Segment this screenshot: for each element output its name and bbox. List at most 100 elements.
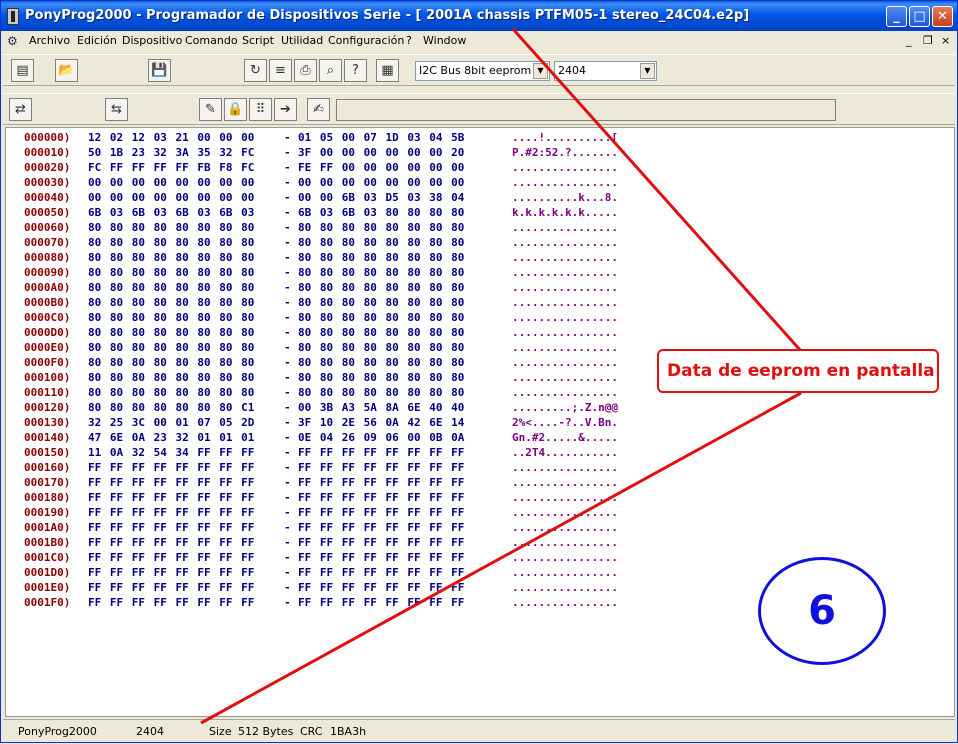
- row-bytes-low[interactable]: 80 80 80 80 80 80 80 80: [88, 356, 254, 369]
- row-ascii[interactable]: ................: [512, 371, 618, 384]
- row-bytes-high[interactable]: 80 80 80 80 80 80 80 80: [298, 296, 464, 309]
- row-bytes-low[interactable]: 80 80 80 80 80 80 80 80: [88, 236, 254, 249]
- row-ascii[interactable]: .........;.Z.n@@: [512, 401, 618, 414]
- chevron-down-icon[interactable]: ▼: [640, 63, 655, 79]
- row-ascii[interactable]: ................: [512, 386, 618, 399]
- menu-edicion[interactable]: Edición: [77, 34, 117, 47]
- row-ascii[interactable]: ................: [512, 461, 618, 474]
- row-bytes-low[interactable]: 50 1B 23 32 3A 35 32 FC: [88, 146, 254, 159]
- row-bytes-high[interactable]: 00 3B A3 5A 8A 6E 40 40: [298, 401, 464, 414]
- reload-icon[interactable]: ↻: [244, 59, 267, 82]
- bus-select[interactable]: I2C Bus 8bit eeprom ▼: [415, 61, 550, 81]
- row-bytes-high[interactable]: 6B 03 6B 03 80 80 80 80: [298, 206, 464, 219]
- row-bytes-low[interactable]: 80 80 80 80 80 80 80 80: [88, 221, 254, 234]
- row-ascii[interactable]: Gn.#2.....&.....: [512, 431, 618, 444]
- row-ascii[interactable]: ................: [512, 536, 618, 549]
- row-bytes-high[interactable]: 3F 00 00 00 00 00 00 20: [298, 146, 464, 159]
- save-icon[interactable]: 💾: [148, 59, 171, 82]
- row-bytes-high[interactable]: FF FF FF FF FF FF FF FF: [298, 521, 464, 534]
- row-bytes-low[interactable]: FF FF FF FF FF FF FF FF: [88, 491, 254, 504]
- menu-help[interactable]: ?: [406, 34, 412, 47]
- row-bytes-high[interactable]: 3F 10 2E 56 0A 42 6E 14: [298, 416, 464, 429]
- chevron-down-icon[interactable]: ▼: [533, 63, 548, 79]
- row-ascii[interactable]: ................: [512, 236, 618, 249]
- help-icon[interactable]: ?: [344, 59, 367, 82]
- write-device-icon[interactable]: ⇆: [105, 98, 128, 121]
- open-folder-icon[interactable]: 📂: [55, 59, 78, 82]
- mdi-restore-button[interactable]: ❐: [923, 34, 933, 47]
- row-ascii[interactable]: ................: [512, 296, 618, 309]
- row-bytes-high[interactable]: 80 80 80 80 80 80 80 80: [298, 221, 464, 234]
- row-ascii[interactable]: ................: [512, 251, 618, 264]
- row-bytes-high[interactable]: FF FF FF FF FF FF FF FF: [298, 536, 464, 549]
- menu-archivo[interactable]: Archivo: [29, 34, 70, 47]
- row-bytes-low[interactable]: FC FF FF FF FF FB F8 FC: [88, 161, 254, 174]
- row-bytes-low[interactable]: 32 25 3C 00 01 07 05 2D: [88, 416, 254, 429]
- erase-icon[interactable]: ✎: [199, 98, 222, 121]
- device-select[interactable]: 2404 ▼: [554, 61, 657, 81]
- row-bytes-high[interactable]: 80 80 80 80 80 80 80 80: [298, 251, 464, 264]
- menu-dispositivo[interactable]: Dispositivo: [122, 34, 182, 47]
- new-file-icon[interactable]: ▤: [11, 59, 34, 82]
- row-bytes-low[interactable]: 11 0A 32 54 34 FF FF FF: [88, 446, 254, 459]
- lock-icon[interactable]: 🔒: [224, 98, 247, 121]
- row-bytes-high[interactable]: 80 80 80 80 80 80 80 80: [298, 326, 464, 339]
- row-ascii[interactable]: ................: [512, 581, 618, 594]
- row-bytes-high[interactable]: 80 80 80 80 80 80 80 80: [298, 266, 464, 279]
- row-bytes-high[interactable]: 80 80 80 80 80 80 80 80: [298, 311, 464, 324]
- find-icon[interactable]: ⌕: [319, 59, 342, 82]
- row-bytes-high[interactable]: 0E 04 26 09 06 00 0B 0A: [298, 431, 464, 444]
- row-ascii[interactable]: ..........k...8.: [512, 191, 618, 204]
- menu-script[interactable]: Script: [242, 34, 274, 47]
- row-bytes-low[interactable]: 47 6E 0A 23 32 01 01 01: [88, 431, 254, 444]
- close-button[interactable]: ✕: [932, 6, 953, 27]
- menu-utilidad[interactable]: Utilidad: [281, 34, 323, 47]
- row-bytes-low[interactable]: FF FF FF FF FF FF FF FF: [88, 551, 254, 564]
- serial-number-icon[interactable]: ⠿: [249, 98, 272, 121]
- row-ascii[interactable]: ................: [512, 281, 618, 294]
- row-bytes-low[interactable]: 80 80 80 80 80 80 80 80: [88, 341, 254, 354]
- row-bytes-high[interactable]: 80 80 80 80 80 80 80 80: [298, 386, 464, 399]
- row-bytes-high[interactable]: 80 80 80 80 80 80 80 80: [298, 281, 464, 294]
- row-ascii[interactable]: ................: [512, 551, 618, 564]
- row-ascii[interactable]: ................: [512, 311, 618, 324]
- row-ascii[interactable]: k.k.k.k.k.k.....: [512, 206, 618, 219]
- row-ascii[interactable]: ................: [512, 476, 618, 489]
- menu-configuracion[interactable]: Configuración: [328, 34, 404, 47]
- row-bytes-low[interactable]: 6B 03 6B 03 6B 03 6B 03: [88, 206, 254, 219]
- row-bytes-high[interactable]: FF FF FF FF FF FF FF FF: [298, 596, 464, 609]
- row-bytes-low[interactable]: 80 80 80 80 80 80 80 80: [88, 371, 254, 384]
- row-bytes-low[interactable]: FF FF FF FF FF FF FF FF: [88, 581, 254, 594]
- row-bytes-low[interactable]: 00 00 00 00 00 00 00 00: [88, 191, 254, 204]
- row-bytes-low[interactable]: 80 80 80 80 80 80 80 80: [88, 296, 254, 309]
- row-ascii[interactable]: ................: [512, 161, 618, 174]
- mdi-close-button[interactable]: ×: [941, 34, 950, 47]
- row-bytes-high[interactable]: FF FF FF FF FF FF FF FF: [298, 476, 464, 489]
- row-bytes-high[interactable]: 80 80 80 80 80 80 80 80: [298, 341, 464, 354]
- row-bytes-high[interactable]: 00 00 6B 03 D5 03 38 04: [298, 191, 464, 204]
- row-bytes-high[interactable]: FF FF FF FF FF FF FF FF: [298, 446, 464, 459]
- row-ascii[interactable]: 2%<....-?..V.Bn.: [512, 416, 618, 429]
- note-field[interactable]: [336, 99, 836, 121]
- read-device-icon[interactable]: ⇄: [9, 98, 32, 121]
- row-bytes-low[interactable]: FF FF FF FF FF FF FF FF: [88, 506, 254, 519]
- row-bytes-low[interactable]: 80 80 80 80 80 80 80 80: [88, 311, 254, 324]
- print-icon[interactable]: ⎙: [294, 59, 317, 82]
- row-ascii[interactable]: ................: [512, 596, 618, 609]
- row-bytes-low[interactable]: FF FF FF FF FF FF FF FF: [88, 521, 254, 534]
- row-bytes-low[interactable]: 80 80 80 80 80 80 80 C1: [88, 401, 254, 414]
- row-bytes-low[interactable]: FF FF FF FF FF FF FF FF: [88, 476, 254, 489]
- title-bar[interactable]: PonyProg2000 - Programador de Dispositiv…: [1, 1, 957, 31]
- maximize-button[interactable]: □: [909, 6, 930, 27]
- row-bytes-high[interactable]: FF FF FF FF FF FF FF FF: [298, 566, 464, 579]
- row-ascii[interactable]: ................: [512, 521, 618, 534]
- mdi-minimize-button[interactable]: _: [906, 34, 912, 47]
- row-bytes-low[interactable]: FF FF FF FF FF FF FF FF: [88, 596, 254, 609]
- row-ascii[interactable]: ................: [512, 266, 618, 279]
- row-bytes-high[interactable]: FE FF 00 00 00 00 00 00: [298, 161, 464, 174]
- row-bytes-low[interactable]: 80 80 80 80 80 80 80 80: [88, 326, 254, 339]
- row-bytes-high[interactable]: 80 80 80 80 80 80 80 80: [298, 371, 464, 384]
- row-bytes-high[interactable]: FF FF FF FF FF FF FF FF: [298, 551, 464, 564]
- row-bytes-low[interactable]: FF FF FF FF FF FF FF FF: [88, 461, 254, 474]
- row-bytes-low[interactable]: 80 80 80 80 80 80 80 80: [88, 266, 254, 279]
